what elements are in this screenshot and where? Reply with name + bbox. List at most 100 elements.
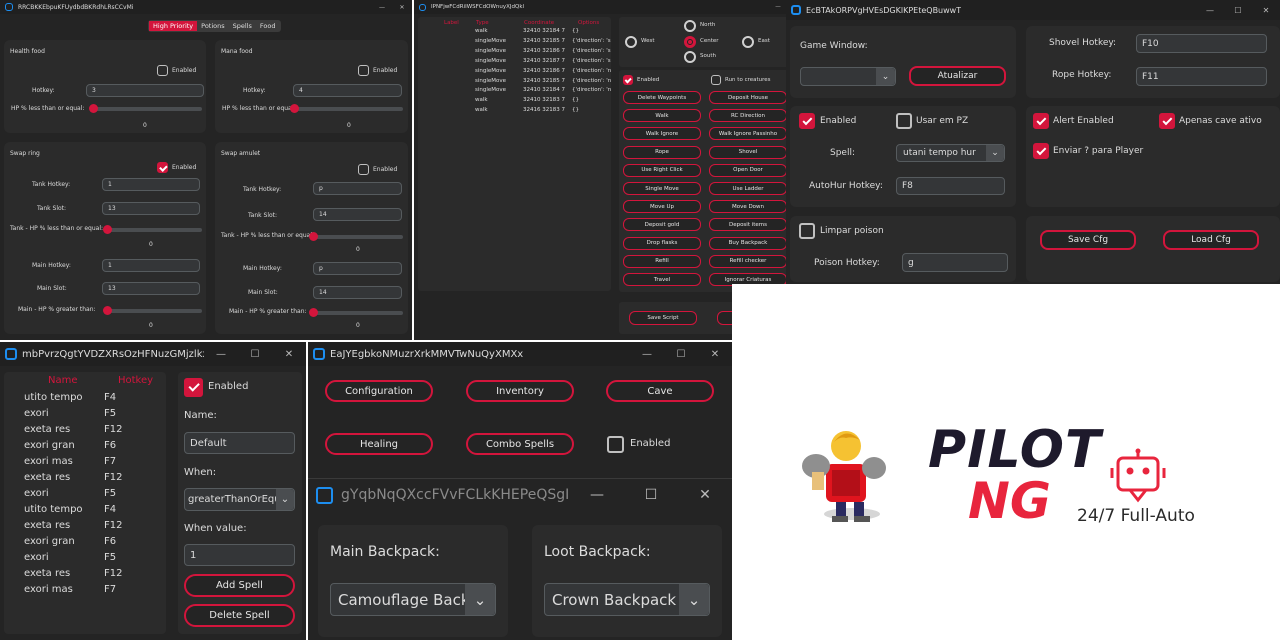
- spell-hotkey[interactable]: F6: [104, 440, 116, 451]
- add-spell-button[interactable]: Add Spell: [184, 574, 295, 597]
- minimize-icon[interactable]: —: [770, 4, 786, 10]
- hotkey-input[interactable]: 4: [293, 84, 402, 97]
- action-button[interactable]: Use Right Click: [623, 163, 701, 177]
- run-to-creatures-checkbox[interactable]: [711, 75, 721, 85]
- tab-spells[interactable]: Spells: [229, 21, 256, 31]
- main-hotkey-input[interactable]: p: [313, 262, 402, 275]
- main-hotkey-input[interactable]: 1: [102, 259, 200, 272]
- spell-name[interactable]: exori: [24, 552, 49, 563]
- spell-name[interactable]: exeta res: [24, 520, 70, 531]
- spell-name[interactable]: exori: [24, 408, 49, 419]
- action-button[interactable]: Refill: [623, 254, 701, 268]
- name-input[interactable]: Default: [184, 432, 295, 454]
- spell-name[interactable]: exori mas: [24, 584, 73, 595]
- enviar-checkbox[interactable]: [1033, 143, 1049, 159]
- shovel-input[interactable]: F10: [1136, 34, 1267, 53]
- spell-name[interactable]: exori gran: [24, 440, 75, 451]
- waypoint-cell-opt[interactable]: {'direction': 'n: [572, 68, 611, 74]
- enabled-checkbox[interactable]: [157, 162, 168, 173]
- main-backpack-select[interactable]: Camouflage Back| ⌄: [330, 583, 496, 616]
- waypoint-cell-coord[interactable]: 32410 32183 7: [523, 97, 565, 103]
- action-button[interactable]: Delete Waypoints: [623, 91, 701, 104]
- action-button[interactable]: Open Door: [709, 163, 786, 177]
- autohur-input[interactable]: F8: [896, 177, 1005, 195]
- enabled-checkbox[interactable]: [799, 113, 815, 129]
- waypoint-cell-coord[interactable]: 32410 32185 7: [523, 78, 565, 84]
- action-button[interactable]: Walk Ignore Passinho: [709, 127, 786, 141]
- healing-button[interactable]: Healing: [325, 433, 433, 455]
- action-button[interactable]: RC Direction: [709, 109, 786, 123]
- main-slot-input[interactable]: 14: [313, 286, 402, 299]
- waypoint-cell-opt[interactable]: {}: [572, 28, 579, 34]
- atualizar-button[interactable]: Atualizar: [909, 66, 1006, 86]
- waypoint-cell-coord[interactable]: 32410 32185 7: [523, 38, 565, 44]
- minimize-icon[interactable]: —: [1196, 6, 1224, 15]
- maximize-icon[interactable]: ☐: [624, 487, 678, 503]
- action-button[interactable]: Use Ladder: [709, 182, 786, 195]
- hp-slider[interactable]: [89, 104, 202, 113]
- enabled-checkbox[interactable]: [157, 65, 168, 76]
- combo-spells-button[interactable]: Combo Spells: [466, 433, 574, 455]
- spell-hotkey[interactable]: F5: [104, 552, 116, 563]
- action-button[interactable]: Refill checker: [709, 254, 786, 268]
- waypoint-cell-opt[interactable]: {'direction': 'n: [572, 78, 611, 84]
- spell-hotkey[interactable]: F4: [104, 392, 116, 403]
- spell-name[interactable]: exeta res: [24, 472, 70, 483]
- waypoint-cell-coord[interactable]: 32410 32186 7: [523, 48, 565, 54]
- action-button[interactable]: Deposit gold: [623, 218, 701, 232]
- spell-select[interactable]: utani tempo hur ⌄: [896, 144, 1005, 162]
- apenas-cave-checkbox[interactable]: [1159, 113, 1175, 129]
- enabled-checkbox[interactable]: [623, 75, 633, 85]
- direction-center-radio[interactable]: [684, 36, 696, 48]
- alert-enabled-checkbox[interactable]: [1033, 113, 1049, 129]
- tab-high-priority[interactable]: High Priority: [149, 21, 198, 31]
- tank-hp-slider[interactable]: [103, 225, 202, 234]
- close-icon[interactable]: ✕: [678, 487, 732, 503]
- spell-hotkey[interactable]: F12: [104, 424, 122, 435]
- tab-food[interactable]: Food: [256, 21, 280, 31]
- enabled-checkbox[interactable]: [358, 164, 369, 175]
- usar-pz-checkbox[interactable]: [896, 113, 912, 129]
- inventory-button[interactable]: Inventory: [466, 380, 574, 402]
- waypoint-cell-type[interactable]: singleMove: [475, 78, 506, 84]
- spell-hotkey[interactable]: F7: [104, 584, 116, 595]
- action-button[interactable]: Buy Backpack: [709, 236, 786, 250]
- maximize-icon[interactable]: ☐: [664, 349, 698, 360]
- minimize-icon[interactable]: —: [630, 349, 664, 360]
- when-value-input[interactable]: 1: [184, 544, 295, 566]
- minimize-icon[interactable]: —: [204, 349, 238, 360]
- waypoint-cell-type[interactable]: singleMove: [475, 58, 506, 64]
- spell-name[interactable]: exori gran: [24, 536, 75, 547]
- main-slot-input[interactable]: 13: [102, 282, 200, 295]
- load-cfg-button[interactable]: Load Cfg: [1163, 230, 1259, 250]
- waypoint-cell-opt[interactable]: {'direction': 's: [572, 38, 611, 44]
- minimize-icon[interactable]: —: [570, 487, 624, 503]
- cave-button[interactable]: Cave: [606, 380, 714, 402]
- spell-hotkey[interactable]: F4: [104, 504, 116, 515]
- tank-hotkey-input[interactable]: 1: [102, 178, 200, 191]
- spell-hotkey[interactable]: F12: [104, 520, 122, 531]
- spell-name[interactable]: exeta res: [24, 424, 70, 435]
- enabled-checkbox[interactable]: [607, 436, 624, 453]
- spell-hotkey[interactable]: F6: [104, 536, 116, 547]
- waypoint-cell-opt[interactable]: {'direction': 's: [572, 58, 611, 64]
- game-window-select[interactable]: ⌄: [800, 67, 896, 86]
- waypoint-cell-coord[interactable]: 32410 32184 7: [523, 28, 565, 34]
- action-button[interactable]: Walk Ignore: [623, 127, 701, 141]
- hp-slider[interactable]: [290, 104, 403, 113]
- save-cfg-button[interactable]: Save Cfg: [1040, 230, 1136, 250]
- maximize-icon[interactable]: ☐: [1224, 6, 1252, 15]
- waypoint-cell-type[interactable]: singleMove: [475, 48, 506, 54]
- poison-hotkey-input[interactable]: g: [902, 253, 1008, 272]
- spell-hotkey[interactable]: F5: [104, 488, 116, 499]
- spell-name[interactable]: utito tempo: [24, 504, 83, 515]
- action-button[interactable]: Move Up: [623, 200, 701, 214]
- action-button[interactable]: Walk: [623, 109, 701, 123]
- maximize-icon[interactable]: ☐: [238, 349, 272, 360]
- waypoint-cell-type[interactable]: walk: [475, 97, 488, 103]
- waypoint-cell-coord[interactable]: 32410 32184 7: [523, 87, 565, 93]
- waypoint-cell-opt[interactable]: {}: [572, 107, 579, 113]
- direction-north-radio[interactable]: [684, 20, 696, 32]
- waypoint-cell-type[interactable]: singleMove: [475, 38, 506, 44]
- action-button[interactable]: Drop flasks: [623, 236, 701, 250]
